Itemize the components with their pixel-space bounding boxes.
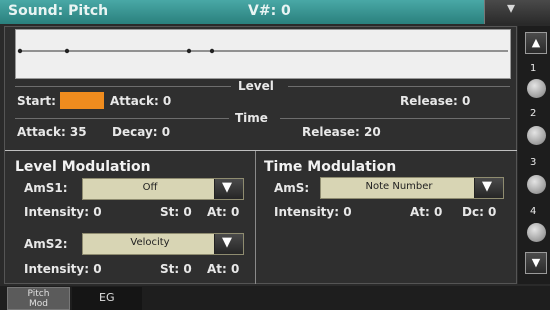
knob-4[interactable]	[527, 223, 546, 242]
knob-label-2: 2	[530, 108, 537, 119]
envelope-point-attack	[64, 48, 70, 54]
ams1-dropdown-button[interactable]: ▼	[214, 179, 243, 199]
ams1-at[interactable]: At: 0	[207, 205, 239, 219]
ams1-intensity[interactable]: Intensity: 0	[24, 205, 102, 219]
tab-eg-label: EG	[99, 291, 115, 304]
velocity-readout: V#: 0	[248, 3, 291, 19]
ams1-dropdown[interactable]: Off ▼	[82, 178, 244, 200]
time-decay[interactable]: Decay: 0	[112, 125, 170, 139]
envelope-point-decay	[186, 48, 192, 54]
start-field[interactable]	[60, 92, 104, 109]
tab-eg[interactable]: EG	[72, 287, 142, 310]
ams1-st[interactable]: St: 0	[160, 205, 192, 219]
knob-1[interactable]	[527, 79, 546, 98]
ams2-dropdown-value: Velocity	[130, 237, 170, 248]
ams2-st[interactable]: St: 0	[160, 262, 192, 276]
time-divider-left	[15, 118, 229, 119]
envelope-point-release	[209, 48, 215, 54]
start-label: Start:	[17, 94, 56, 108]
tab-pitch-mod-line2: Mod	[29, 299, 48, 309]
knob-2[interactable]	[527, 126, 546, 145]
start-field-value	[60, 96, 64, 110]
modulation-vertical-divider	[255, 151, 256, 284]
ams2-dropdown-button[interactable]: ▼	[214, 234, 243, 254]
envelope-point-start	[17, 48, 23, 54]
level-divider-left	[15, 86, 231, 87]
triangle-up-icon: ▲	[531, 36, 541, 49]
time-ams-dropdown-button[interactable]: ▼	[474, 178, 503, 198]
knob-label-4: 4	[530, 206, 537, 217]
time-label: Time	[235, 111, 268, 125]
page-menu-button[interactable]: ▾	[484, 0, 550, 24]
time-ams-intensity[interactable]: Intensity: 0	[274, 205, 352, 219]
time-release[interactable]: Release: 20	[302, 125, 381, 139]
ams1-label: AmS1:	[24, 181, 68, 195]
time-modulation-title: Time Modulation	[264, 159, 397, 175]
ams2-label: AmS2:	[24, 237, 68, 251]
level-label: Level	[238, 79, 274, 93]
triangle-down-icon: ▼	[222, 235, 232, 250]
time-divider-right	[280, 118, 510, 119]
triangle-down-icon: ▼	[482, 179, 492, 194]
level-modulation-title: Level Modulation	[15, 159, 151, 175]
page-title: Sound: Pitch	[8, 3, 109, 19]
level-release[interactable]: Release: 0	[400, 94, 470, 108]
level-attack[interactable]: Attack: 0	[110, 94, 171, 108]
knob-label-3: 3	[530, 157, 537, 168]
tab-pitch-mod[interactable]: Pitch Mod	[7, 287, 70, 310]
time-ams-dc[interactable]: Dc: 0	[462, 205, 496, 219]
time-ams-at[interactable]: At: 0	[410, 205, 442, 219]
ams2-intensity[interactable]: Intensity: 0	[24, 262, 102, 276]
triangle-down-icon: ▼	[222, 180, 232, 195]
knob-label-1: 1	[530, 63, 537, 74]
time-attack[interactable]: Attack: 35	[17, 125, 87, 139]
knob-3[interactable]	[527, 175, 546, 194]
modulation-separator	[5, 150, 517, 151]
time-ams-label: AmS:	[274, 181, 310, 195]
envelope-graph-svg	[17, 48, 508, 54]
scroll-up-button[interactable]: ▲	[525, 32, 547, 54]
ams2-dropdown[interactable]: Velocity ▼	[82, 233, 244, 255]
scroll-down-button[interactable]: ▼	[525, 252, 547, 274]
ams2-at[interactable]: At: 0	[207, 262, 239, 276]
ams1-dropdown-value: Off	[142, 182, 158, 193]
envelope-graph	[15, 29, 511, 79]
tab-pitch-mod-line1: Pitch	[27, 289, 50, 299]
time-ams-dropdown-value: Note Number	[365, 181, 433, 192]
triangle-down-icon: ▼	[531, 256, 541, 269]
chevron-down-icon: ▾	[507, 0, 516, 17]
level-divider-right	[288, 86, 510, 87]
time-ams-dropdown[interactable]: Note Number ▼	[320, 177, 504, 199]
